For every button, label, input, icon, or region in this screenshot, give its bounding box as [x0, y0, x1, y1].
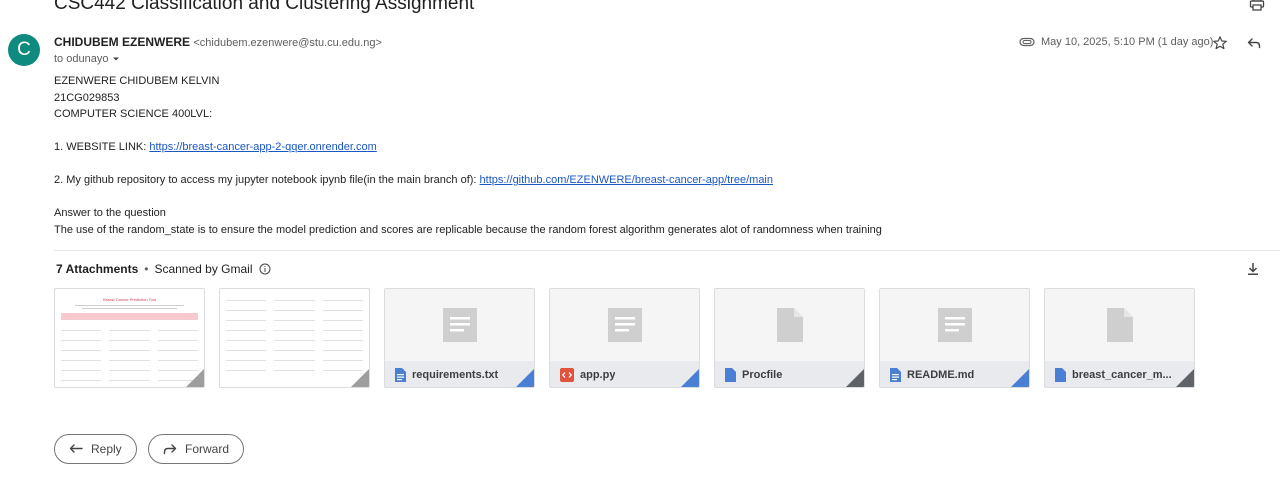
- file-label: README.md: [880, 361, 1029, 387]
- attachment-card-preview-1[interactable]: Breast Cancer Prediction Tool: [54, 288, 205, 388]
- code-icon: [560, 368, 574, 382]
- reply-label: Reply: [91, 442, 122, 456]
- body-website-line: 1. WEBSITE LINK: https://breast-cancer-a…: [54, 141, 377, 153]
- card-corner: [186, 369, 204, 387]
- recipient-line[interactable]: to odunayo: [54, 53, 120, 65]
- attachments-divider: [54, 250, 1280, 251]
- card-corner: [1011, 369, 1029, 387]
- chevron-down-icon[interactable]: [112, 55, 120, 63]
- attachments-count: 7 Attachments: [56, 262, 139, 276]
- card-corner: [516, 369, 534, 387]
- attachment-card-procfile[interactable]: Procfile: [714, 288, 865, 388]
- attachment-name: Procfile: [742, 369, 783, 381]
- attachment-thumbnail: [220, 289, 369, 387]
- card-corner: [351, 369, 369, 387]
- reply-icon: [69, 444, 83, 453]
- website-link[interactable]: https://breast-cancer-app-2-qqer.onrende…: [149, 141, 376, 153]
- reply-icon[interactable]: [1246, 35, 1262, 51]
- doc-icon: [890, 368, 901, 382]
- recipient-label: to odunayo: [54, 53, 109, 65]
- attachment-card-requirements[interactable]: requirements.txt: [384, 288, 535, 388]
- attachment-card-model[interactable]: breast_cancer_m...: [1044, 288, 1195, 388]
- file-preview: [1045, 289, 1194, 361]
- attachment-card-app-py[interactable]: app.py: [549, 288, 700, 388]
- file-preview: [550, 289, 699, 361]
- card-corner: [1176, 369, 1194, 387]
- email-meta: May 10, 2025, 5:10 PM (1 day ago): [1019, 34, 1213, 50]
- file-preview: [385, 289, 534, 361]
- body-line-dept: COMPUTER SCIENCE 400LVL:: [54, 108, 213, 120]
- file-label: Procfile: [715, 361, 864, 387]
- file-label: breast_cancer_m...: [1045, 361, 1194, 387]
- text-file-icon: [442, 308, 477, 342]
- card-corner: [846, 369, 864, 387]
- info-icon[interactable]: [259, 263, 271, 275]
- file-preview: [715, 289, 864, 361]
- attachments-separator: •: [144, 262, 149, 276]
- preview-title: Breast Cancer Prediction Tool: [103, 297, 156, 302]
- body-github-line: 2. My github repository to access my jup…: [54, 174, 773, 186]
- blank-file-icon: [1106, 308, 1133, 342]
- website-prefix: 1. WEBSITE LINK:: [54, 141, 150, 153]
- github-link[interactable]: https://github.com/EZENWERE/breast-cance…: [480, 174, 773, 186]
- forward-icon: [163, 444, 177, 455]
- attachment-name: README.md: [907, 369, 975, 381]
- github-prefix: 2. My github repository to access my jup…: [54, 174, 480, 186]
- attachment-name: breast_cancer_m...: [1072, 369, 1172, 381]
- file-label: requirements.txt: [385, 361, 534, 387]
- text-file-icon: [607, 308, 642, 342]
- print-icon[interactable]: [1249, 0, 1265, 12]
- doc-icon: [1055, 368, 1066, 382]
- body-line-id: 21CG029853: [54, 92, 120, 104]
- answer-text: The use of the random_state is to ensure…: [54, 224, 882, 236]
- text-file-icon: [937, 308, 972, 342]
- attachment-icon: [1019, 37, 1035, 47]
- body-line-name: EZENWERE CHIDUBEM KELVIN: [54, 75, 220, 87]
- attachment-card-readme[interactable]: README.md: [879, 288, 1030, 388]
- reply-button[interactable]: Reply: [54, 434, 137, 464]
- sender-email: <chidubem.ezenwere@stu.cu.edu.ng>: [193, 37, 382, 49]
- scanned-label: Scanned by Gmail: [154, 262, 253, 276]
- download-all-icon[interactable]: [1246, 262, 1260, 276]
- email-date: May 10, 2025, 5:10 PM (1 day ago): [1041, 36, 1214, 48]
- file-preview: [880, 289, 1029, 361]
- forward-button[interactable]: Forward: [148, 434, 245, 464]
- forward-label: Forward: [185, 442, 230, 456]
- card-corner: [681, 369, 699, 387]
- sender-name[interactable]: CHIDUBEM EZENWERE: [54, 35, 190, 49]
- attachment-card-preview-2[interactable]: [219, 288, 370, 388]
- attachment-name: requirements.txt: [412, 369, 499, 381]
- attachment-thumbnail: Breast Cancer Prediction Tool: [55, 289, 204, 387]
- attachment-name: app.py: [580, 369, 616, 381]
- doc-icon: [725, 368, 736, 382]
- doc-icon: [395, 368, 406, 382]
- file-label: app.py: [550, 361, 699, 387]
- answer-heading: Answer to the question: [54, 207, 166, 219]
- star-icon[interactable]: [1212, 35, 1228, 51]
- blank-file-icon: [776, 308, 803, 342]
- sender-line: CHIDUBEM EZENWERE <chidubem.ezenwere@stu…: [54, 35, 382, 49]
- sender-avatar[interactable]: C: [8, 34, 40, 66]
- attachments-header: 7 Attachments • Scanned by Gmail: [56, 262, 271, 276]
- email-subject: CSC442 Classification and Clustering Ass…: [54, 0, 475, 14]
